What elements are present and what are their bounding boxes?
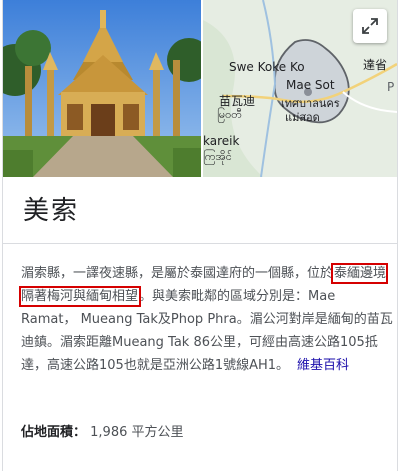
location-map[interactable]: Swe Koke Ko Mae Sot เทศบาลนคร แม่สอด 苗瓦迪… <box>203 0 397 177</box>
map-label-right-edge: P <box>387 80 395 94</box>
description-text-start: 湄索縣，一譯夜速縣，是屬於泰國達府的一個縣，位於 <box>21 266 334 281</box>
map-label-kareik: kareik <box>203 134 240 148</box>
knowledge-panel: Swe Koke Ko Mae Sot เทศบาลนคร แม่สอด 苗瓦迪… <box>2 0 398 471</box>
fact-area: 佔地面積： 1,986 平方公里 <box>21 421 184 440</box>
map-label-myawaddy-my: မြဝတီ <box>217 108 243 121</box>
map-label-kareik-my: ကြအိုင် <box>203 150 232 163</box>
expand-icon <box>362 18 378 34</box>
map-label-tak: 達省 <box>363 58 388 72</box>
map-label-mae-sot: Mae Sot <box>286 78 335 92</box>
hero-images: Swe Koke Ko Mae Sot เทศบาลนคร แม่สอด 苗瓦迪… <box>3 0 397 177</box>
title-row: 美索 <box>3 178 397 244</box>
entity-description: 湄索縣，一譯夜速縣，是屬於泰國達府的一個縣，位於泰緬邊境隔著梅河與緬甸相望。與美… <box>18 262 393 377</box>
fact-area-label: 佔地面積： <box>21 425 87 440</box>
wikipedia-link[interactable]: 維基百科 <box>297 358 349 373</box>
map-label-swe-koke-ko: Swe Koke Ko <box>229 60 305 74</box>
map-label-mae-sot-thai-2: แม่สอด <box>285 111 320 124</box>
entity-title: 美索 <box>23 196 80 226</box>
map-label-myawaddy-cn: 苗瓦迪 <box>219 94 256 108</box>
temple-photo[interactable] <box>3 0 201 177</box>
fact-area-value: 1,986 平方公里 <box>90 425 184 440</box>
expand-map-button[interactable] <box>353 9 387 43</box>
